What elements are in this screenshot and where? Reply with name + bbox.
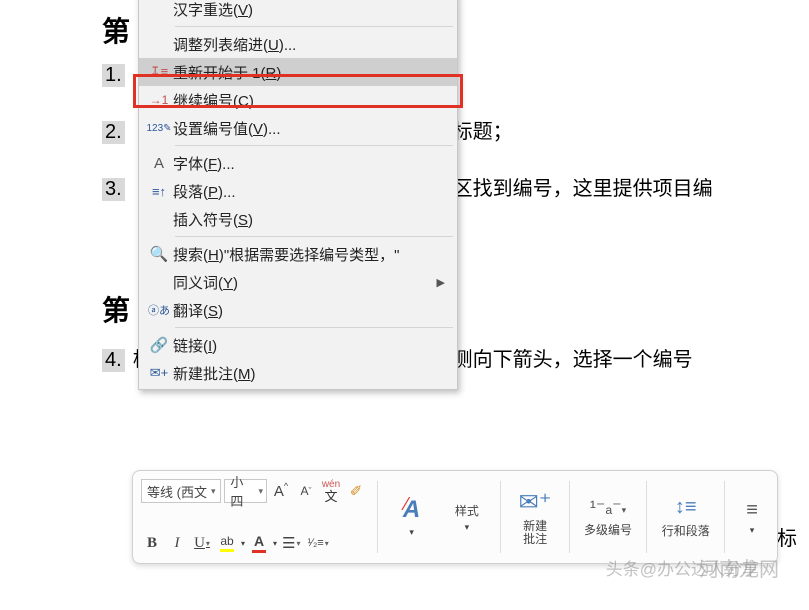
- context-menu[interactable]: 汉字重选(V)调整列表缩进(U)...↧≡重新开始于 1(R)→1继续编号(C)…: [138, 0, 458, 390]
- menu-item[interactable]: A字体(F)...: [139, 149, 457, 177]
- highlight-button[interactable]: ab: [216, 531, 238, 555]
- menu-item-icon: A: [145, 155, 173, 172]
- grow-font-button[interactable]: A^: [270, 479, 292, 503]
- align-button[interactable]: ≡ ▾: [733, 475, 771, 559]
- menu-item[interactable]: 123✎设置编号值(V)...: [139, 114, 457, 142]
- menu-separator: [175, 145, 453, 146]
- phonetic-guide-button[interactable]: wén文: [320, 479, 342, 503]
- menu-item-icon: ≡↑: [145, 184, 173, 199]
- styles-label: 样式: [455, 502, 479, 519]
- new-comment-label: 新建 批注: [523, 520, 547, 546]
- menu-item-icon: ↧≡: [145, 64, 173, 80]
- menu-item[interactable]: 插入符号(S): [139, 205, 457, 233]
- format-painter-button[interactable]: ✐: [345, 479, 367, 503]
- menu-separator: [175, 236, 453, 237]
- styles-button[interactable]: 样式 ▾: [441, 475, 492, 559]
- numbering-button[interactable]: ¹⁄₂≡▾: [306, 531, 331, 555]
- mini-toolbar[interactable]: 等线 (西文 ▾ 小四▾ A^ Aˇ wén文 ✐ B I U▾ ab ▾ A ▾…: [132, 470, 778, 564]
- chevron-right-icon: ▶: [437, 276, 445, 289]
- font-name-value: 等线 (西文: [147, 482, 207, 501]
- list-text: 能区找到编号，这里提供项目编: [433, 172, 713, 201]
- line-spacing-label: 行和段落: [662, 522, 710, 539]
- bold-button[interactable]: B: [141, 531, 163, 555]
- underline-button[interactable]: U▾: [191, 531, 213, 555]
- menu-separator: [175, 26, 453, 27]
- menu-item-label: 调整列表缩进(U)...: [173, 34, 445, 55]
- separator: [500, 481, 501, 553]
- italic-button[interactable]: I: [166, 531, 188, 555]
- menu-separator: [175, 327, 453, 328]
- list-number: 4.: [102, 349, 125, 372]
- menu-item[interactable]: ✉+新建批注(M): [139, 359, 457, 387]
- list-number: 3.: [102, 178, 125, 201]
- menu-item[interactable]: 🔗链接(I): [139, 331, 457, 359]
- menu-item[interactable]: →1继续编号(C): [139, 86, 457, 114]
- menu-item-label: 段落(P)...: [173, 181, 445, 202]
- list-number: 2.: [102, 121, 125, 144]
- clear-formatting-button[interactable]: A⁄ ▾: [386, 475, 437, 559]
- menu-item[interactable]: 同义词(Y)▶: [139, 268, 457, 296]
- menu-item[interactable]: 汉字重选(V): [139, 0, 457, 23]
- watermark-site: 河南龙网: [699, 553, 779, 582]
- menu-item[interactable]: 调整列表缩进(U)...: [139, 30, 457, 58]
- font-name-combo[interactable]: 等线 (西文 ▾: [141, 479, 221, 503]
- menu-item-label: 链接(I): [173, 335, 445, 356]
- list-number: 1.: [102, 64, 125, 87]
- shrink-font-button[interactable]: Aˇ: [295, 479, 317, 503]
- menu-item-label: 插入符号(S): [173, 209, 445, 230]
- menu-item-label: 继续编号(C): [173, 90, 445, 111]
- line-spacing-button[interactable]: ↕≡ 行和段落: [655, 475, 716, 559]
- menu-item-label: 翻译(S): [173, 300, 445, 321]
- font-size-combo[interactable]: 小四▾: [224, 479, 267, 503]
- menu-item-icon: ⓐあ: [145, 302, 173, 318]
- menu-item[interactable]: ≡↑段落(P)...: [139, 177, 457, 205]
- menu-item-icon: →1: [145, 93, 173, 107]
- font-size-value: 小四: [230, 472, 254, 510]
- menu-item-icon: ✉+: [145, 365, 173, 381]
- font-color-button[interactable]: A: [248, 531, 270, 555]
- menu-item-label: 设置编号值(V)...: [173, 118, 445, 139]
- multilevel-label: 多级编号: [584, 521, 632, 538]
- menu-item-label: 重新开始于 1(R): [173, 62, 445, 83]
- menu-item[interactable]: 🔍搜索(H)"根据需要选择编号类型，": [139, 240, 457, 268]
- separator: [569, 481, 570, 553]
- menu-item-label: 搜索(H)"根据需要选择编号类型，": [173, 244, 445, 265]
- separator: [724, 481, 725, 553]
- chevron-down-icon: ▾: [211, 486, 216, 497]
- menu-item[interactable]: ↧≡重新开始于 1(R): [139, 58, 457, 86]
- menu-item-label: 新建批注(M): [173, 363, 445, 384]
- trailing-text: 标: [777, 522, 797, 551]
- menu-item-label: 汉字重选(V): [173, 0, 445, 20]
- new-comment-button[interactable]: ✉⁺ 新建 批注: [509, 475, 560, 559]
- menu-item[interactable]: ⓐあ翻译(S): [139, 296, 457, 324]
- separator: [646, 481, 647, 553]
- separator: [377, 481, 378, 553]
- menu-item-icon: 123✎: [145, 123, 173, 134]
- chevron-down-icon: ▾: [258, 486, 263, 497]
- menu-item-icon: 🔗: [145, 336, 173, 354]
- multilevel-list-button[interactable]: ¹⁻ₐ⁻▾ 多级编号: [578, 475, 639, 559]
- menu-item-label: 字体(F)...: [173, 153, 445, 174]
- menu-item-icon: 🔍: [145, 245, 173, 263]
- bullets-button[interactable]: ☰▾: [280, 531, 302, 555]
- menu-item-label: 同义词(Y): [173, 272, 437, 293]
